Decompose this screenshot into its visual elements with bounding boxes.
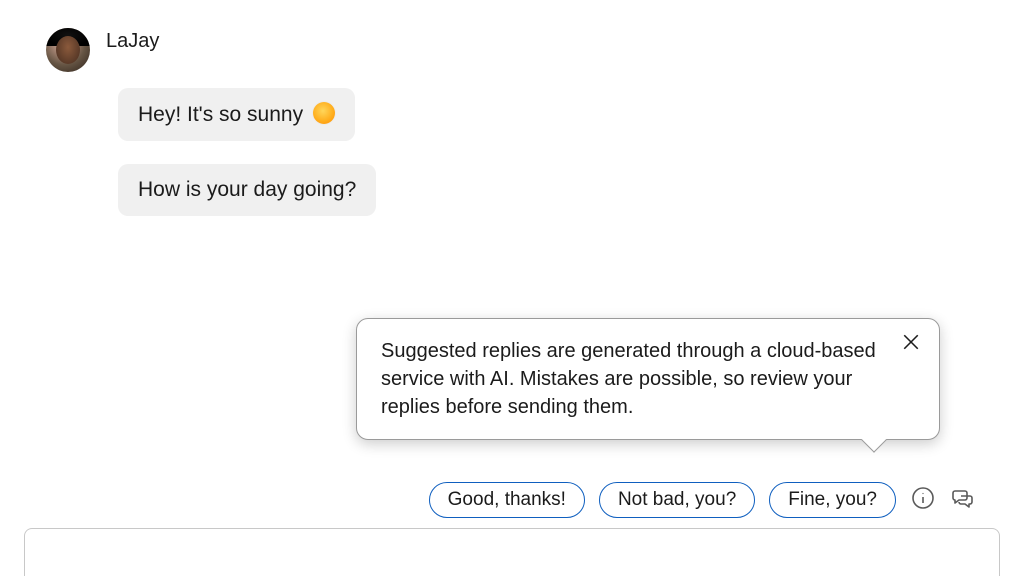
tooltip-text: Suggested replies are generated through …	[381, 340, 876, 418]
sun-icon	[313, 102, 335, 124]
message-text: Hey! It's so sunny	[138, 103, 303, 126]
chat-area: LaJay Hey! It's so sunny How is your day…	[46, 28, 1000, 576]
suggestion-chip[interactable]: Not bad, you?	[599, 482, 755, 518]
avatar[interactable]	[46, 28, 90, 72]
info-button[interactable]	[910, 487, 936, 513]
close-button[interactable]	[897, 331, 925, 359]
sender-name: LaJay	[106, 30, 159, 53]
close-icon	[902, 331, 920, 359]
message-text: How is your day going?	[138, 178, 356, 201]
suggestion-chip[interactable]: Good, thanks!	[429, 482, 585, 518]
suggested-replies-row: Good, thanks! Not bad, you? Fine, you?	[429, 482, 976, 518]
message-input[interactable]	[24, 528, 1000, 576]
view-more-button[interactable]	[950, 487, 976, 513]
suggestion-chip[interactable]: Fine, you?	[769, 482, 896, 518]
info-icon	[911, 486, 935, 515]
message-bubble: Hey! It's so sunny	[118, 88, 355, 141]
chat-bubbles-icon	[951, 486, 975, 515]
tooltip-tail	[861, 427, 886, 452]
suggested-replies-tooltip: Suggested replies are generated through …	[356, 318, 940, 440]
message-bubble: How is your day going?	[118, 164, 376, 216]
